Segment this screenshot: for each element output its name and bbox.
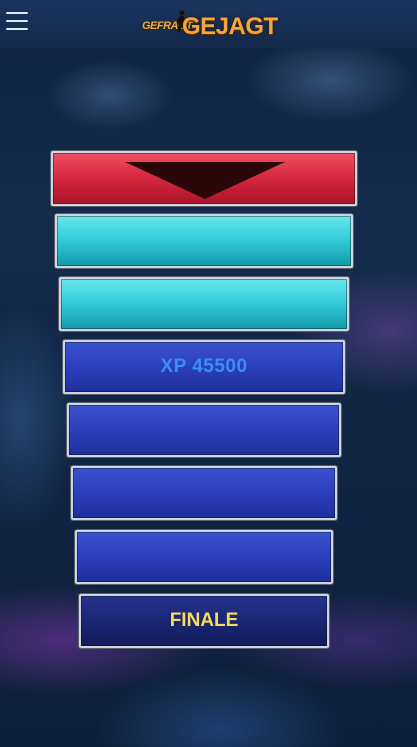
ladder-step	[67, 403, 341, 457]
ladder-step-player-path-1	[55, 214, 353, 268]
ladder-step-finale: FINALE	[79, 594, 329, 648]
ladder-step	[71, 466, 337, 520]
ladder-step	[75, 530, 333, 584]
ladder-step-player-path-2	[59, 277, 349, 331]
finale-label: FINALE	[169, 610, 239, 631]
prize-amount: XP 45500	[160, 356, 248, 377]
down-triangle-icon	[125, 162, 285, 199]
ladder-step-chaser	[51, 151, 357, 206]
ladder-step-player-position: XP 45500	[63, 340, 345, 394]
money-ladder: XP 45500 FINALE	[0, 0, 417, 747]
